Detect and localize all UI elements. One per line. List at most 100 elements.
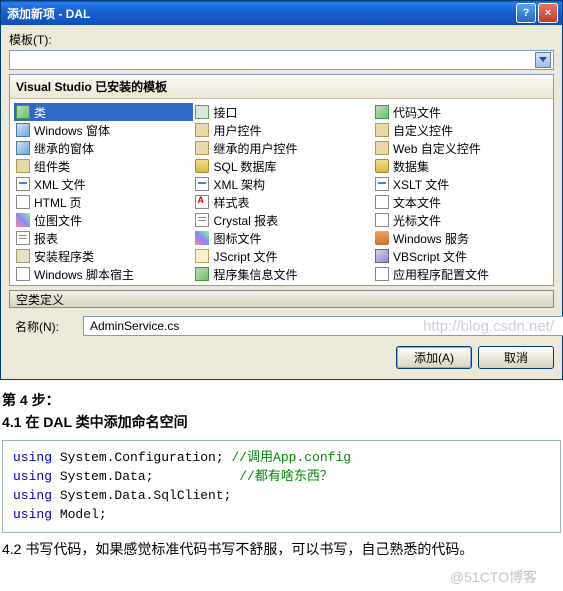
add-new-item-dialog: 添加新项 - DAL ? × 模板(T): Visual Studio 已安装的…	[0, 0, 563, 380]
template-icon	[195, 267, 209, 281]
titlebar-buttons: ? ×	[516, 3, 558, 23]
templates-panel-header: Visual Studio 已安装的模板	[10, 75, 553, 99]
template-item[interactable]: 自定义控件	[373, 121, 552, 139]
code-block: using System.Configuration; //调用App.conf…	[2, 440, 561, 533]
page-watermark: @51CTO博客	[2, 567, 561, 587]
template-icon	[195, 105, 209, 119]
template-label: 类	[34, 104, 46, 121]
template-item[interactable]: VBScript 文件	[373, 247, 552, 265]
template-icon	[195, 123, 209, 137]
template-item[interactable]: 程序集信息文件	[193, 265, 372, 283]
template-item[interactable]: 安装程序类	[14, 247, 193, 265]
template-icon	[16, 249, 30, 263]
template-item[interactable]: Crystal 报表	[193, 211, 372, 229]
template-combo[interactable]	[9, 50, 554, 70]
template-label: 设置文件	[213, 284, 261, 287]
template-item[interactable]: 图标文件	[193, 229, 372, 247]
template-icon	[195, 141, 209, 155]
template-item[interactable]: HTML 页	[14, 193, 193, 211]
templates-list: 类Windows 窗体继承的窗体组件类XML 文件HTML 页位图文件报表安装程…	[10, 99, 553, 286]
paragraph-4-2: 4.2 书写代码，如果感觉标准代码书写不舒服，可以书写，自己熟悉的代码。	[2, 539, 561, 559]
template-icon	[375, 213, 389, 227]
template-label: Windows 脚本宿主	[34, 266, 134, 283]
template-icon	[375, 141, 389, 155]
window-title: 添加新项 - DAL	[7, 5, 516, 22]
template-icon	[375, 285, 389, 286]
template-item[interactable]: 报表	[14, 229, 193, 247]
template-item[interactable]: 光标文件	[373, 211, 552, 229]
template-label: 继承的窗体	[34, 140, 94, 157]
template-item[interactable]: 组件类	[14, 157, 193, 175]
template-icon	[375, 159, 389, 173]
template-icon	[375, 249, 389, 263]
template-item[interactable]: 代码文件	[373, 103, 552, 121]
document-section: 第 4 步： 4.1 在 DAL 类中添加命名空间 using System.C…	[0, 380, 563, 591]
template-item[interactable]: 数据集	[373, 157, 552, 175]
template-label: 代码文件	[393, 104, 441, 121]
template-label: Windows 窗体	[34, 122, 110, 139]
template-icon	[195, 213, 209, 227]
template-item[interactable]: 继承的用户控件	[193, 139, 372, 157]
template-icon	[195, 177, 209, 191]
templates-panel: Visual Studio 已安装的模板 类Windows 窗体继承的窗体组件类…	[9, 74, 554, 286]
template-label: 图标文件	[213, 230, 261, 247]
template-item[interactable]: 样式表	[193, 193, 372, 211]
template-label: Web 自定义控件	[393, 140, 481, 157]
template-item[interactable]: Windows 服务	[373, 229, 552, 247]
name-row: 名称(N): http://blog.csdn.net/	[9, 316, 554, 336]
template-label: VBScript 文件	[393, 248, 467, 265]
template-icon	[16, 267, 30, 281]
template-item[interactable]: XSLT 文件	[373, 175, 552, 193]
template-item[interactable]: 应用程序配置文件	[373, 265, 552, 283]
template-icon	[375, 195, 389, 209]
template-item[interactable]: 继承的窗体	[14, 139, 193, 157]
template-icon	[195, 231, 209, 245]
template-label: 自定义控件	[393, 122, 453, 139]
template-label: 安装程序类	[34, 248, 94, 265]
template-item[interactable]: SQL 数据库	[193, 157, 372, 175]
template-item[interactable]: 文本文件	[373, 193, 552, 211]
template-label: SQL 数据库	[213, 158, 276, 175]
template-item[interactable]: 设置文件	[193, 283, 372, 286]
template-icon	[195, 195, 209, 209]
chevron-down-icon[interactable]	[535, 52, 551, 68]
template-label: 文本文件	[393, 194, 441, 211]
template-label: XSLT 文件	[393, 176, 449, 193]
section-heading: 4.1 在 DAL 类中添加命名空间	[2, 412, 561, 432]
template-icon	[375, 105, 389, 119]
template-label: 用户控件	[213, 122, 261, 139]
template-icon	[16, 285, 30, 286]
template-label: 数据集	[393, 158, 429, 175]
name-input[interactable]	[83, 316, 563, 336]
close-button[interactable]: ×	[538, 3, 558, 23]
template-item[interactable]: Web 自定义控件	[373, 139, 552, 157]
template-item[interactable]: XML 架构	[193, 175, 372, 193]
dialog-buttons: 添加(A) 取消	[9, 346, 554, 369]
titlebar: 添加新项 - DAL ? ×	[1, 1, 562, 25]
template-icon	[375, 177, 389, 191]
help-icon: ?	[523, 7, 530, 19]
template-item[interactable]: XML 文件	[14, 175, 193, 193]
template-item[interactable]: 接口	[193, 103, 372, 121]
template-item[interactable]: MDI 父级	[373, 283, 552, 286]
template-item[interactable]: Windows 窗体	[14, 121, 193, 139]
template-item[interactable]: 资源文件	[14, 283, 193, 286]
cancel-button[interactable]: 取消	[478, 346, 554, 369]
template-icon	[375, 231, 389, 245]
template-item[interactable]: JScript 文件	[193, 247, 372, 265]
template-icon	[16, 177, 30, 191]
add-button[interactable]: 添加(A)	[396, 346, 472, 369]
template-item[interactable]: Windows 脚本宿主	[14, 265, 193, 283]
template-label: Windows 服务	[393, 230, 469, 247]
template-item[interactable]: 位图文件	[14, 211, 193, 229]
template-label: HTML 页	[34, 194, 82, 211]
template-icon	[16, 159, 30, 173]
help-button[interactable]: ?	[516, 3, 536, 23]
description-text: 空类定义	[16, 291, 64, 308]
template-item[interactable]: 用户控件	[193, 121, 372, 139]
template-label: 应用程序配置文件	[393, 266, 489, 283]
template-icon	[16, 105, 30, 119]
template-label: XML 文件	[34, 176, 86, 193]
template-item[interactable]: 类	[14, 103, 193, 121]
template-label: 程序集信息文件	[213, 266, 297, 283]
